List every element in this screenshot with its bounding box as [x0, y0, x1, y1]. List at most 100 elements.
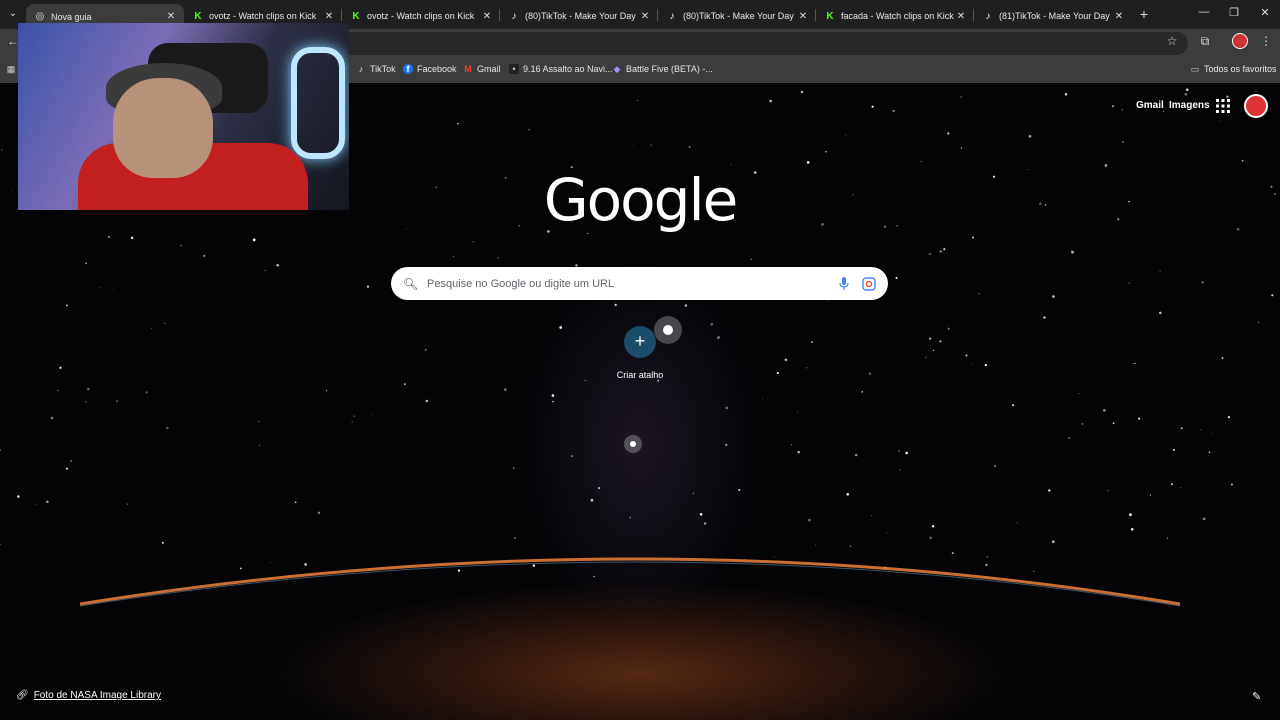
- star: [59, 366, 62, 369]
- search-box[interactable]: 🔍︎: [391, 267, 888, 300]
- star: [18, 363, 19, 365]
- star: [943, 248, 946, 251]
- star: [1230, 483, 1233, 486]
- profile-icon[interactable]: [1231, 33, 1249, 52]
- star: [17, 495, 20, 498]
- star: [939, 250, 942, 253]
- star: [517, 397, 519, 399]
- star: [929, 337, 932, 340]
- extensions-icon[interactable]: ⧉: [1196, 34, 1214, 49]
- star: [805, 366, 808, 369]
- star: [1027, 169, 1028, 170]
- star: [1071, 249, 1073, 251]
- close-icon[interactable]: ✕: [638, 11, 652, 22]
- folder-icon: ▭: [1190, 64, 1200, 74]
- star: [1208, 451, 1211, 454]
- star: [965, 354, 968, 357]
- star: [1081, 422, 1084, 425]
- close-icon[interactable]: ✕: [954, 11, 968, 22]
- close-icon[interactable]: ✕: [1112, 11, 1126, 22]
- star: [161, 541, 164, 544]
- star: [1270, 185, 1273, 188]
- bookmark-gmail[interactable]: M Gmail: [463, 64, 500, 74]
- images-link[interactable]: Imagens: [1169, 100, 1210, 111]
- star: [978, 293, 980, 295]
- star: [920, 160, 922, 162]
- star: [845, 134, 847, 136]
- star: [435, 186, 438, 189]
- bookmark-assalto[interactable]: • 9.16 Assalto ao Navi...: [509, 64, 613, 74]
- bookmark-battle-five[interactable]: ◆ Battle Five (BETA) -...: [612, 64, 713, 74]
- account-avatar[interactable]: [1244, 94, 1268, 118]
- star: [1159, 311, 1162, 315]
- lens-icon[interactable]: [862, 276, 876, 291]
- photo-credit[interactable]: 🔗︎ Foto de NASA Image Library: [16, 690, 161, 701]
- star-icon[interactable]: ☆: [1163, 34, 1181, 48]
- menu-icon[interactable]: ⋮: [1257, 34, 1275, 48]
- star: [258, 420, 260, 423]
- microphone-icon[interactable]: [838, 276, 850, 291]
- all-bookmarks-button[interactable]: ▭ Todos os favoritos: [1190, 64, 1277, 74]
- star: [1241, 159, 1244, 162]
- star: [1226, 95, 1229, 98]
- bookmark-tiktok[interactable]: ♪ TikTok: [356, 64, 396, 74]
- tab-tiktok-1[interactable]: ♪ (80)TikTok - Make Your Day ✕: [500, 4, 658, 28]
- star: [1257, 321, 1260, 323]
- restore-button[interactable]: ❐: [1224, 6, 1244, 19]
- webcam-overlay: [18, 23, 349, 210]
- star: [1149, 494, 1152, 496]
- star: [317, 511, 321, 514]
- star: [1107, 490, 1109, 492]
- minimize-button[interactable]: —: [1194, 6, 1214, 18]
- star: [1212, 433, 1214, 435]
- star: [992, 175, 996, 178]
- close-icon[interactable]: ✕: [164, 11, 178, 22]
- google-apps-icon[interactable]: [1216, 99, 1230, 113]
- tab-search-button[interactable]: ⌄: [4, 5, 22, 23]
- tab-title: (80)TikTok - Make Your Day: [525, 11, 636, 21]
- close-window-button[interactable]: ✕: [1255, 6, 1275, 19]
- search-input[interactable]: [425, 276, 838, 291]
- star: [846, 493, 849, 496]
- star: [269, 561, 271, 563]
- star: [852, 194, 854, 196]
- photo-credit-link[interactable]: Foto de NASA Image Library: [34, 690, 161, 701]
- close-icon[interactable]: ✕: [480, 11, 494, 22]
- star: [898, 449, 901, 452]
- star: [769, 99, 772, 103]
- star: [518, 225, 520, 227]
- search-icon: 🔍︎: [403, 276, 419, 291]
- star: [1104, 164, 1108, 167]
- gmail-link[interactable]: Gmail: [1136, 100, 1164, 111]
- star: [791, 444, 792, 446]
- star: [773, 556, 776, 558]
- tab-kick-3[interactable]: K facada - Watch clips on Kick ✕: [816, 4, 974, 28]
- tab-title: ovotz - Watch clips on Kick: [367, 11, 475, 21]
- tab-kick-2[interactable]: K ovotz - Watch clips on Kick ✕: [342, 4, 500, 28]
- star: [797, 450, 800, 454]
- star: [784, 358, 788, 362]
- star: [513, 467, 515, 469]
- close-icon[interactable]: ✕: [796, 11, 810, 22]
- tab-tiktok-3[interactable]: ♪ (81)TikTok - Make Your Day ✕: [974, 4, 1132, 28]
- customize-pencil-icon[interactable]: ✎: [1252, 690, 1261, 703]
- star: [796, 411, 798, 413]
- star: [972, 236, 975, 239]
- star: [1078, 393, 1080, 395]
- star: [825, 150, 827, 153]
- star: [896, 225, 898, 227]
- address-bar[interactable]: [340, 32, 1188, 55]
- tab-tiktok-2[interactable]: ♪ (80)TikTok - Make Your Day ✕: [658, 4, 816, 28]
- bookmark-facebook[interactable]: f Facebook: [403, 64, 457, 74]
- new-tab-button[interactable]: +: [1136, 6, 1152, 22]
- star: [163, 322, 166, 325]
- star: [984, 363, 987, 367]
- star: [70, 460, 72, 462]
- person-face: [113, 78, 213, 178]
- close-icon[interactable]: ✕: [322, 11, 336, 22]
- add-shortcut-button[interactable]: +: [624, 326, 656, 358]
- star: [1071, 250, 1074, 254]
- star: [821, 223, 824, 226]
- star: [1221, 356, 1224, 359]
- star: [1052, 540, 1055, 543]
